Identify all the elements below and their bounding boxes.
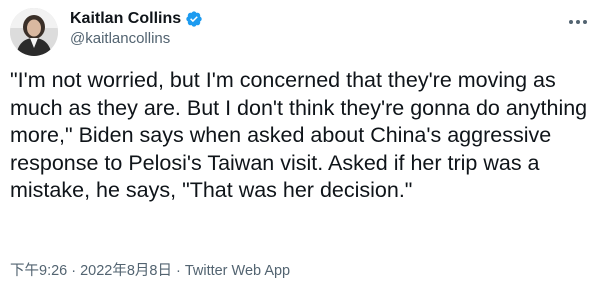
tweet-text: "I'm not worried, but I'm concerned that… [10, 68, 588, 203]
author-name-row[interactable]: Kaitlan Collins [70, 9, 203, 29]
meta-separator: · [175, 263, 181, 279]
tweet-card: Kaitlan Collins @kaitlancollins "I'm not… [0, 0, 600, 291]
verified-badge-icon [185, 10, 203, 28]
author-name[interactable]: Kaitlan Collins [70, 9, 181, 29]
tweet-source[interactable]: Twitter Web App [185, 261, 290, 281]
avatar[interactable] [10, 8, 58, 56]
author-handle[interactable]: @kaitlancollins [70, 29, 170, 49]
meta-separator: · [71, 263, 77, 279]
more-options-icon[interactable] [566, 12, 590, 32]
tweet-date[interactable]: 2022年8月8日 [80, 261, 172, 281]
tweet-meta: 下午9:26 · 2022年8月8日 · Twitter Web App [10, 261, 290, 281]
tweet-time[interactable]: 下午9:26 [10, 261, 67, 281]
profile-photo-icon [10, 8, 58, 56]
